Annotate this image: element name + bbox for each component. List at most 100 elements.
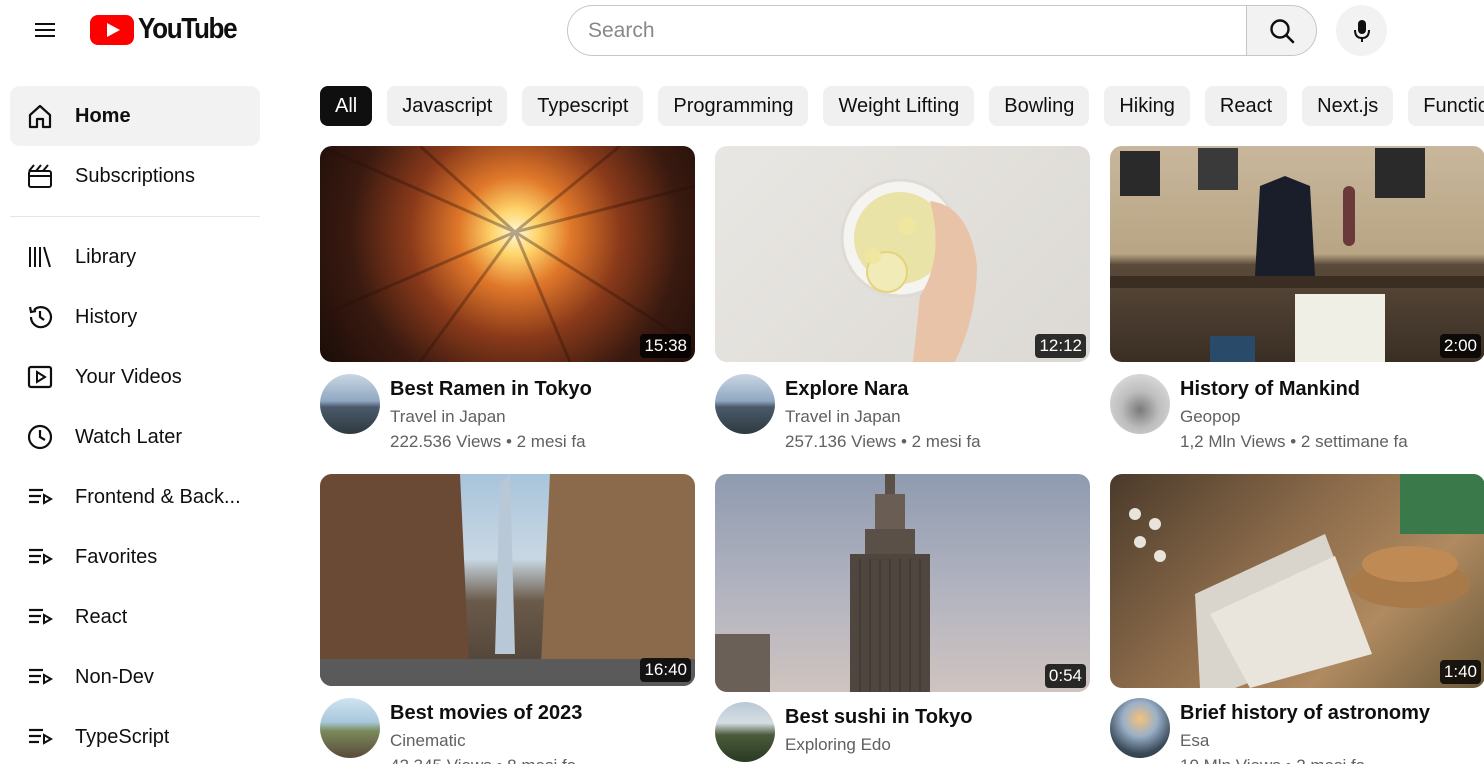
video-card: 2:00 History of Mankind Geopop 1,2 Mln V… (1110, 146, 1484, 451)
sidebar: Home Subscriptions Library History Your … (0, 86, 270, 764)
channel-name[interactable]: Travel in Japan (390, 407, 506, 427)
video-views: 257.136 Views (785, 432, 897, 451)
channel-name[interactable]: Cinematic (390, 731, 466, 751)
voice-search-button[interactable] (1336, 5, 1387, 56)
sidebar-item-home[interactable]: Home (10, 86, 260, 146)
video-views: 42.345 Views (390, 756, 492, 764)
channel-name[interactable]: Esa (1180, 731, 1209, 751)
video-views: 1,2 Mln Views (1180, 432, 1286, 451)
sidebar-item-playlist-react[interactable]: React (10, 587, 260, 647)
video-title[interactable]: Best movies of 2023 (390, 702, 582, 725)
video-thumbnail[interactable]: 0:54 (715, 474, 1090, 692)
chip-functions[interactable]: Functions (1408, 86, 1484, 126)
video-thumbnail[interactable]: 2:00 (1110, 146, 1484, 362)
watch-later-icon (25, 422, 55, 452)
history-icon (25, 302, 55, 332)
chip-javascript[interactable]: Javascript (387, 86, 508, 126)
your-videos-icon (25, 362, 55, 392)
chip-nextjs[interactable]: Next.js (1302, 86, 1394, 126)
chip-programming[interactable]: Programming (658, 86, 809, 126)
playlist-icon (25, 602, 55, 632)
channel-avatar[interactable] (1110, 698, 1170, 758)
channel-avatar[interactable] (1110, 374, 1170, 434)
video-thumbnail[interactable]: 1:40 (1110, 474, 1484, 688)
video-duration: 15:38 (640, 334, 691, 358)
video-duration: 0:54 (1044, 664, 1086, 688)
sidebar-item-playlist-frontend-backend[interactable]: Frontend & Back... (10, 467, 260, 527)
video-age: 2 mesi fa (1296, 756, 1365, 764)
video-card: 16:40 Best movies of 2023 Cinematic 42.3… (320, 474, 695, 764)
video-thumbnail[interactable]: 16:40 (320, 474, 695, 686)
menu-button[interactable] (25, 14, 65, 46)
video-card: 12:12 Explore Nara Travel in Japan 257.1… (715, 146, 1090, 451)
sidebar-item-your-videos[interactable]: Your Videos (10, 347, 260, 407)
sidebar-item-label: Subscriptions (75, 164, 196, 187)
video-duration: 16:40 (640, 658, 691, 682)
channel-name[interactable]: Geopop (1180, 407, 1241, 427)
channel-name[interactable]: Travel in Japan (785, 407, 901, 427)
search-icon (1269, 18, 1294, 43)
video-thumbnail[interactable]: 12:12 (715, 146, 1090, 362)
sidebar-item-playlist-favorites[interactable]: Favorites (10, 527, 260, 587)
video-thumbnail[interactable]: 15:38 (320, 146, 695, 362)
video-card: 0:54 Best sushi in Tokyo Exploring Edo (715, 474, 1090, 762)
search-button[interactable] (1246, 5, 1317, 56)
sidebar-item-label: History (75, 305, 138, 328)
sidebar-item-playlist-typescript[interactable]: TypeScript (10, 707, 260, 764)
channel-avatar[interactable] (715, 374, 775, 434)
video-card: 15:38 Best Ramen in Tokyo Travel in Japa… (320, 146, 695, 451)
chip-typescript[interactable]: Typescript (522, 86, 644, 126)
video-stats: 222.536 Views • 2 mesi fa (390, 432, 586, 451)
library-icon (25, 242, 55, 272)
sidebar-item-label: React (75, 605, 128, 628)
video-duration: 2:00 (1439, 334, 1481, 358)
sidebar-item-label: Watch Later (75, 425, 183, 448)
video-title[interactable]: Best Ramen in Tokyo (390, 378, 592, 401)
playlist-icon (25, 482, 55, 512)
playlist-icon (25, 662, 55, 692)
search-input[interactable] (567, 5, 1246, 56)
video-card: 1:40 Brief history of astronomy Esa 10 M… (1110, 474, 1484, 764)
category-chips-bar: All Javascript Typescript Programming We… (320, 86, 1484, 126)
home-icon (25, 101, 55, 131)
video-title[interactable]: Brief history of astronomy (1180, 702, 1430, 725)
sidebar-item-label: Frontend & Back... (75, 485, 241, 508)
video-age: 2 mesi fa (516, 432, 586, 451)
video-stats: 1,2 Mln Views • 2 settimane fa (1180, 432, 1408, 451)
sidebar-item-label: Your Videos (75, 365, 182, 388)
sidebar-item-label: TypeScript (75, 725, 170, 748)
video-stats: 42.345 Views • 8 mesi fa (390, 756, 576, 764)
chip-hiking[interactable]: Hiking (1104, 86, 1190, 126)
logo-text: YouTube (138, 13, 238, 45)
video-stats: 257.136 Views • 2 mesi fa (785, 432, 981, 451)
sidebar-item-playlist-non-dev[interactable]: Non-Dev (10, 647, 260, 707)
sidebar-item-history[interactable]: History (10, 287, 260, 347)
chip-weight-lifting[interactable]: Weight Lifting (823, 86, 975, 126)
channel-avatar[interactable] (320, 374, 380, 434)
chip-react[interactable]: React (1204, 86, 1288, 126)
chip-bowling[interactable]: Bowling (989, 86, 1090, 126)
chip-all[interactable]: All (320, 86, 373, 126)
channel-avatar[interactable] (320, 698, 380, 758)
channel-name[interactable]: Exploring Edo (785, 735, 891, 755)
video-title[interactable]: Best sushi in Tokyo (785, 706, 972, 729)
video-title[interactable]: Explore Nara (785, 378, 908, 401)
sidebar-divider (10, 216, 260, 217)
video-age: 2 mesi fa (911, 432, 981, 451)
video-duration: 12:12 (1035, 334, 1086, 358)
video-views: 222.536 Views (390, 432, 502, 451)
channel-avatar[interactable] (715, 702, 775, 762)
sidebar-item-label: Non-Dev (75, 665, 154, 688)
top-bar: YouTube (0, 0, 1484, 62)
sidebar-item-label: Library (75, 245, 137, 268)
video-title[interactable]: History of Mankind (1180, 378, 1360, 401)
microphone-icon (1353, 19, 1370, 42)
playlist-icon (25, 542, 55, 572)
sidebar-item-library[interactable]: Library (10, 227, 260, 287)
sidebar-item-subscriptions[interactable]: Subscriptions (10, 146, 260, 206)
subscriptions-icon (25, 161, 55, 191)
youtube-play-logo-icon (90, 14, 134, 45)
sidebar-item-watch-later[interactable]: Watch Later (10, 407, 260, 467)
youtube-logo[interactable]: YouTube (90, 13, 247, 46)
search-bar (567, 5, 1317, 56)
